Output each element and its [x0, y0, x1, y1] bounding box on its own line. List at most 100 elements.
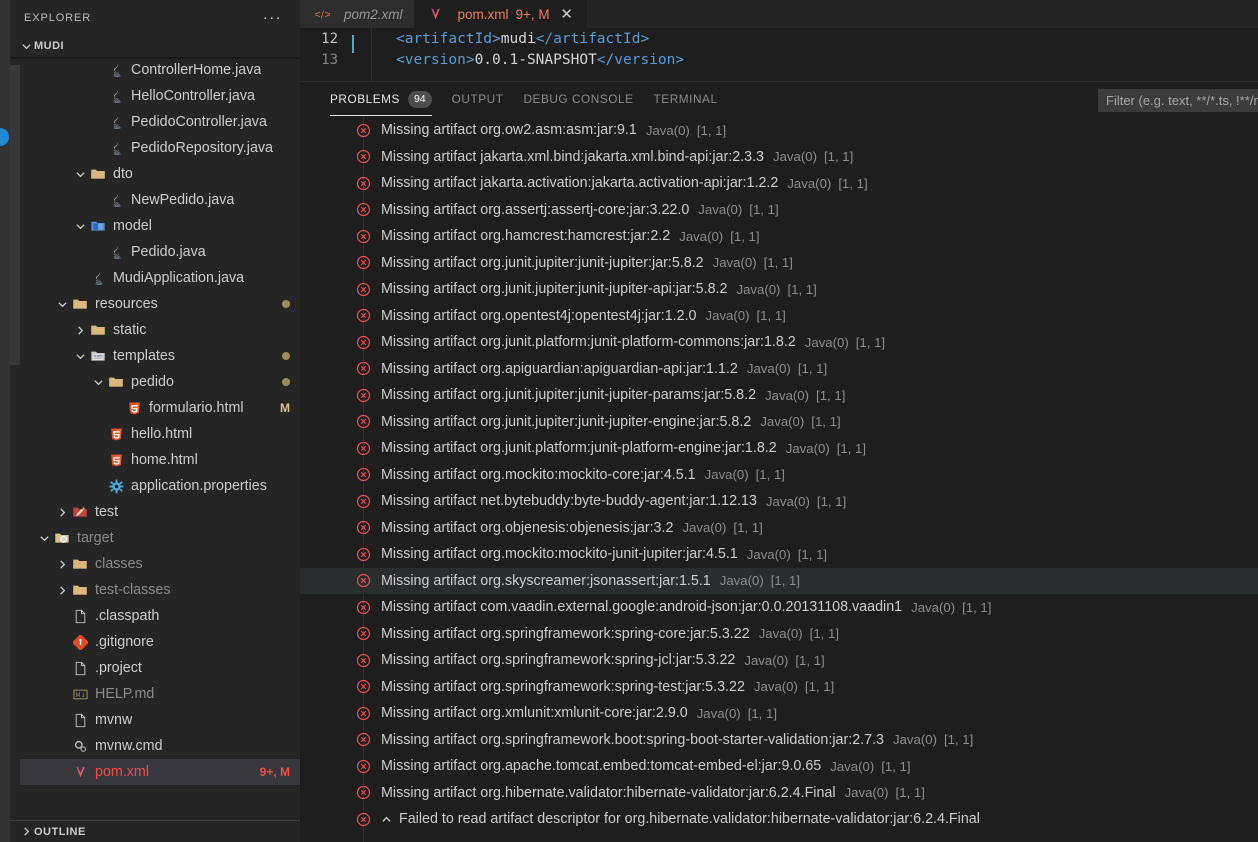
- source-control-badge-icon[interactable]: [0, 128, 9, 146]
- problem-row[interactable]: Missing artifact org.assertj:assertj-cor…: [300, 197, 1258, 224]
- tree-item[interactable]: test-classes: [10, 577, 300, 603]
- tree-item[interactable]: M↓ HELP.md: [10, 681, 300, 707]
- problem-row[interactable]: Missing artifact org.springframework:spr…: [300, 621, 1258, 648]
- tree-item[interactable]: .project: [10, 655, 300, 681]
- problem-row[interactable]: Missing artifact org.springframework:spr…: [300, 647, 1258, 674]
- error-icon: [355, 149, 371, 165]
- tree-item[interactable]: target: [10, 525, 300, 551]
- tree-item[interactable]: templates: [10, 343, 300, 369]
- problem-row[interactable]: Missing artifact org.ow2.asm:asm:jar:9.1…: [300, 117, 1258, 144]
- tree-item[interactable]: mvnw: [10, 707, 300, 733]
- tree-item[interactable]: dto: [10, 161, 300, 187]
- tree-scrollbar[interactable]: [10, 57, 20, 797]
- panel-tab-terminal[interactable]: TERMINAL: [644, 82, 728, 116]
- chevron-down-icon[interactable]: [72, 166, 88, 182]
- tree-item[interactable]: pom.xml 9+, M: [10, 759, 300, 785]
- editor-tab[interactable]: </> pom2.xml: [300, 0, 414, 28]
- tree-item[interactable]: home.html: [10, 447, 300, 473]
- java-icon: [106, 113, 126, 131]
- problem-row[interactable]: Missing artifact org.apache.tomcat.embed…: [300, 753, 1258, 780]
- close-icon[interactable]: ✕: [558, 5, 576, 23]
- problem-message: Missing artifact net.bytebuddy:byte-budd…: [381, 493, 757, 510]
- problem-message: Missing artifact jakarta.xml.bind:jakart…: [381, 148, 764, 165]
- chevron-right-icon[interactable]: [54, 556, 70, 572]
- tree-item[interactable]: hello.html: [10, 421, 300, 447]
- problem-row[interactable]: Missing artifact org.mockito:mockito-cor…: [300, 462, 1258, 489]
- problem-row[interactable]: Missing artifact org.objenesis:objenesis…: [300, 515, 1258, 542]
- chevron-right-icon[interactable]: [72, 322, 88, 338]
- tree-item[interactable]: HelloController.java: [10, 83, 300, 109]
- editor-tab[interactable]: pom.xml 9+, M ✕: [413, 0, 587, 28]
- chevron-up-icon[interactable]: [381, 814, 392, 825]
- project-root-header[interactable]: MUDI: [10, 35, 300, 57]
- problem-row[interactable]: Missing artifact jakarta.activation:jaka…: [300, 170, 1258, 197]
- tree-item[interactable]: ControllerHome.java: [10, 57, 300, 83]
- problem-row[interactable]: Missing artifact org.mockito:mockito-jun…: [300, 541, 1258, 568]
- tree-item[interactable]: model: [10, 213, 300, 239]
- tree-item[interactable]: Pedido.java: [10, 239, 300, 265]
- outline-section-header[interactable]: OUTLINE: [10, 820, 300, 842]
- chevron-right-icon[interactable]: [54, 582, 70, 598]
- code-text[interactable]: <version>0.0.1-SNAPSHOT</version>: [352, 52, 684, 68]
- problem-row[interactable]: Missing artifact org.springframework.boo…: [300, 727, 1258, 754]
- tree-item[interactable]: mvnw.cmd: [10, 733, 300, 759]
- folder-icon: [70, 555, 90, 573]
- problem-row[interactable]: Missing artifact org.junit.jupiter:junit…: [300, 250, 1258, 277]
- code-token: <artifactId>: [396, 30, 501, 47]
- tree-item[interactable]: pedido: [10, 369, 300, 395]
- tree-item[interactable]: PedidoController.java: [10, 109, 300, 135]
- problem-row[interactable]: Missing artifact org.xmlunit:xmlunit-cor…: [300, 700, 1258, 727]
- problem-row[interactable]: Missing artifact org.skyscreamer:jsonass…: [300, 567, 1258, 594]
- problem-source: Java(0): [765, 493, 810, 509]
- problem-row[interactable]: Missing artifact org.junit.platform:juni…: [300, 435, 1258, 462]
- chevron-right-icon: [18, 824, 34, 840]
- problems-list[interactable]: Missing artifact org.ow2.asm:asm:jar:9.1…: [300, 116, 1258, 842]
- chevron-down-icon[interactable]: [36, 530, 52, 546]
- panel-tab-problems[interactable]: PROBLEMS 94: [320, 82, 442, 116]
- problem-row[interactable]: Missing artifact org.apiguardian:apiguar…: [300, 356, 1258, 383]
- tree-item[interactable]: static: [10, 317, 300, 343]
- tree-item[interactable]: application.properties: [10, 473, 300, 499]
- problem-row[interactable]: Missing artifact org.springframework:spr…: [300, 674, 1258, 701]
- problem-row[interactable]: Missing artifact org.hamcrest:hamcrest:j…: [300, 223, 1258, 250]
- problem-row[interactable]: Missing artifact org.junit.jupiter:junit…: [300, 409, 1258, 436]
- tree-item-label: static: [113, 322, 147, 338]
- tree-item[interactable]: formulario.html M: [10, 395, 300, 421]
- problem-row[interactable]: Missing artifact org.junit.platform:juni…: [300, 329, 1258, 356]
- problem-row[interactable]: Missing artifact org.hibernate.validator…: [300, 780, 1258, 807]
- code-editor[interactable]: 12 <artifactId>mudi</artifactId> 13 <versio…: [300, 28, 1258, 81]
- code-text[interactable]: <artifactId>mudi</artifactId>: [352, 31, 649, 47]
- chevron-down-icon[interactable]: [90, 374, 106, 390]
- tree-item[interactable]: MudiApplication.java: [10, 265, 300, 291]
- panel-tab-debug-console[interactable]: DEBUG CONSOLE: [513, 82, 643, 116]
- problem-row[interactable]: Missing artifact org.opentest4j:opentest…: [300, 303, 1258, 330]
- problems-filter-input[interactable]: Filter (e.g. text, **/*.ts, !**/node_mod…: [1098, 89, 1258, 112]
- problem-message: Missing artifact org.springframework.boo…: [381, 731, 884, 748]
- tree-item[interactable]: .classpath: [10, 603, 300, 629]
- problem-row[interactable]: Missing artifact com.vaadin.external.goo…: [300, 594, 1258, 621]
- more-actions-icon[interactable]: ···: [263, 10, 286, 25]
- chevron-down-icon[interactable]: [72, 218, 88, 234]
- problem-row[interactable]: Failed to read artifact descriptor for o…: [300, 806, 1258, 833]
- tree-scrollbar-thumb[interactable]: [10, 65, 20, 365]
- problem-row[interactable]: Missing artifact net.bytebuddy:byte-budd…: [300, 488, 1258, 515]
- tree-item[interactable]: classes: [10, 551, 300, 577]
- chevron-down-icon[interactable]: [54, 296, 70, 312]
- problem-source: Java(0): [705, 308, 750, 324]
- problem-row[interactable]: Missing artifact jakarta.xml.bind:jakart…: [300, 144, 1258, 171]
- java-icon: [106, 191, 126, 209]
- tree-item[interactable]: PedidoRepository.java: [10, 135, 300, 161]
- tree-item[interactable]: NewPedido.java: [10, 187, 300, 213]
- error-icon: [355, 308, 371, 324]
- file-tree[interactable]: ControllerHome.java HelloController.java P…: [10, 57, 300, 820]
- chevron-down-icon[interactable]: [72, 348, 88, 364]
- tree-item[interactable]: test: [10, 499, 300, 525]
- problem-row[interactable]: Missing artifact org.junit.jupiter:junit…: [300, 382, 1258, 409]
- panel-tab-output[interactable]: OUTPUT: [442, 82, 514, 116]
- problem-row[interactable]: Missing artifact org.junit.jupiter:junit…: [300, 276, 1258, 303]
- tree-item[interactable]: resources: [10, 291, 300, 317]
- outline-label: OUTLINE: [34, 825, 86, 838]
- tree-item[interactable]: .gitignore: [10, 629, 300, 655]
- chevron-right-icon[interactable]: [54, 504, 70, 520]
- tree-item-label: ControllerHome.java: [131, 62, 262, 78]
